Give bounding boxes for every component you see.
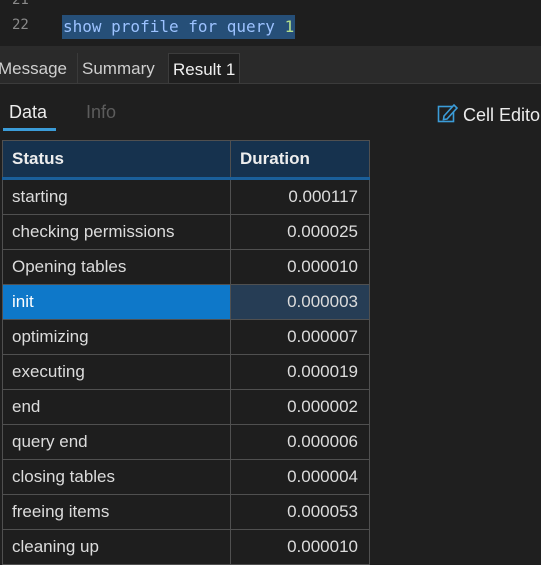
status-cell[interactable]: executing bbox=[2, 354, 231, 390]
duration-cell[interactable]: 0.000053 bbox=[230, 494, 370, 530]
duration-cell[interactable]: 0.000019 bbox=[230, 354, 370, 390]
duration-cell[interactable]: 0.000004 bbox=[230, 459, 370, 495]
column-header-duration[interactable]: Duration bbox=[230, 140, 370, 180]
sql-query-line[interactable]: show profile for query 1 bbox=[62, 15, 296, 39]
table-row[interactable]: checking permissions 0.000025 bbox=[2, 214, 370, 250]
result-tab-bar: Message Summary Result 1 bbox=[0, 50, 541, 85]
tab-result-1[interactable]: Result 1 bbox=[168, 53, 241, 85]
table-row[interactable]: query end 0.000006 bbox=[2, 424, 370, 460]
line-number: 21 bbox=[12, 0, 29, 8]
status-cell[interactable]: Opening tables bbox=[2, 249, 231, 285]
table-row[interactable]: starting 0.000117 bbox=[2, 178, 370, 215]
status-cell[interactable]: starting bbox=[2, 178, 231, 215]
result-grid[interactable]: Status Duration starting 0.000117 checking… bbox=[2, 140, 370, 565]
edit-pencil-icon bbox=[437, 102, 459, 129]
duration-cell[interactable]: 0.000010 bbox=[230, 249, 370, 285]
sql-number: 1 bbox=[284, 17, 295, 36]
line-number-gutter: 21 22 bbox=[0, 0, 46, 46]
result-view-toolbar: Data Info Cell Edito bbox=[0, 84, 541, 140]
column-header-status[interactable]: Status bbox=[2, 140, 231, 180]
sql-keywords: show profile for query bbox=[63, 17, 275, 36]
table-row[interactable]: Opening tables 0.000010 bbox=[2, 249, 370, 285]
line-number: 22 bbox=[12, 17, 29, 33]
duration-cell[interactable]: 0.000006 bbox=[230, 424, 370, 460]
table-row[interactable]: cleaning up 0.000010 bbox=[2, 529, 370, 565]
cell-editor-button[interactable]: Cell Edito bbox=[437, 102, 540, 129]
status-cell[interactable]: init bbox=[2, 284, 231, 320]
duration-cell[interactable]: 0.000007 bbox=[230, 319, 370, 355]
duration-cell[interactable]: 0.000025 bbox=[230, 214, 370, 250]
duration-cell[interactable]: 0.000010 bbox=[230, 529, 370, 565]
status-cell[interactable]: query end bbox=[2, 424, 231, 460]
status-cell[interactable]: end bbox=[2, 389, 231, 425]
duration-cell[interactable]: 0.000003 bbox=[230, 284, 370, 320]
tab-message[interactable]: Message bbox=[0, 53, 71, 84]
status-cell[interactable]: checking permissions bbox=[2, 214, 231, 250]
duration-cell[interactable]: 0.000002 bbox=[230, 389, 370, 425]
status-cell[interactable]: cleaning up bbox=[2, 529, 231, 565]
duration-cell[interactable]: 0.000117 bbox=[230, 178, 370, 215]
table-row[interactable]: freeing items 0.000053 bbox=[2, 494, 370, 530]
tab-summary[interactable]: Summary bbox=[77, 53, 159, 84]
status-cell[interactable]: freeing items bbox=[2, 494, 231, 530]
status-cell[interactable]: closing tables bbox=[2, 459, 231, 495]
table-row[interactable]: closing tables 0.000004 bbox=[2, 459, 370, 495]
cell-editor-label: Cell Edito bbox=[463, 105, 541, 125]
tab-info[interactable]: Info bbox=[86, 102, 116, 123]
table-row[interactable]: init 0.000003 bbox=[2, 284, 370, 320]
table-row[interactable]: optimizing 0.000007 bbox=[2, 319, 370, 355]
table-row[interactable]: executing 0.000019 bbox=[2, 354, 370, 390]
status-cell[interactable]: optimizing bbox=[2, 319, 231, 355]
tab-data[interactable]: Data bbox=[9, 102, 47, 123]
sql-editor[interactable]: 21 22 show profile for query 1 bbox=[0, 0, 541, 46]
active-tab-indicator bbox=[3, 128, 56, 131]
table-row[interactable]: end 0.000002 bbox=[2, 389, 370, 425]
